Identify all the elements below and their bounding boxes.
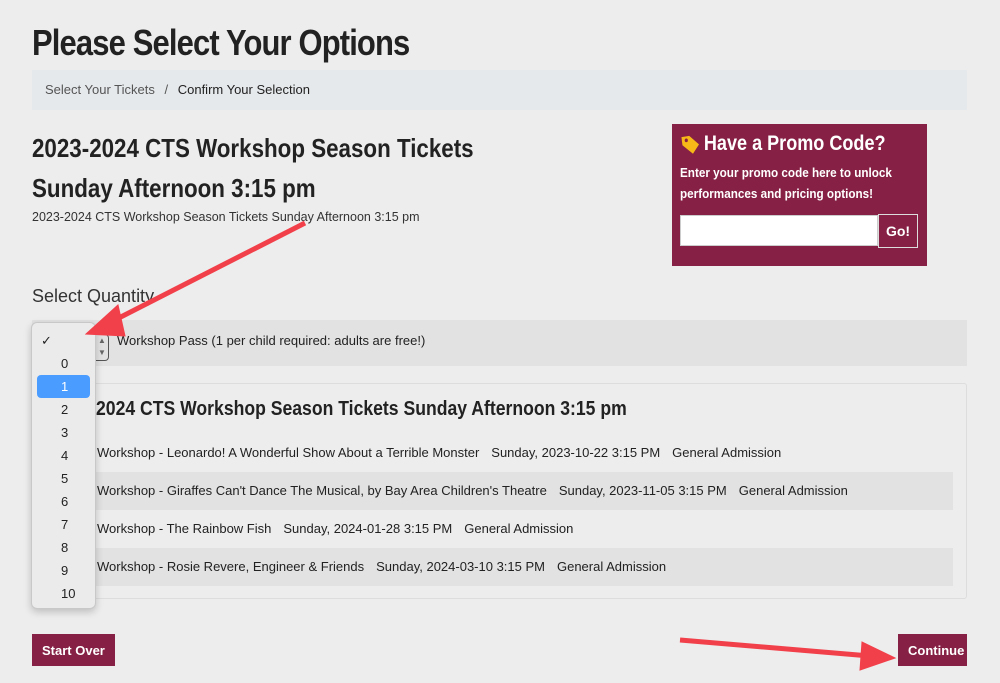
red-arrow-icon (84, 220, 307, 337)
red-arrow-icon (679, 637, 897, 671)
annotation-arrows (84, 220, 897, 671)
